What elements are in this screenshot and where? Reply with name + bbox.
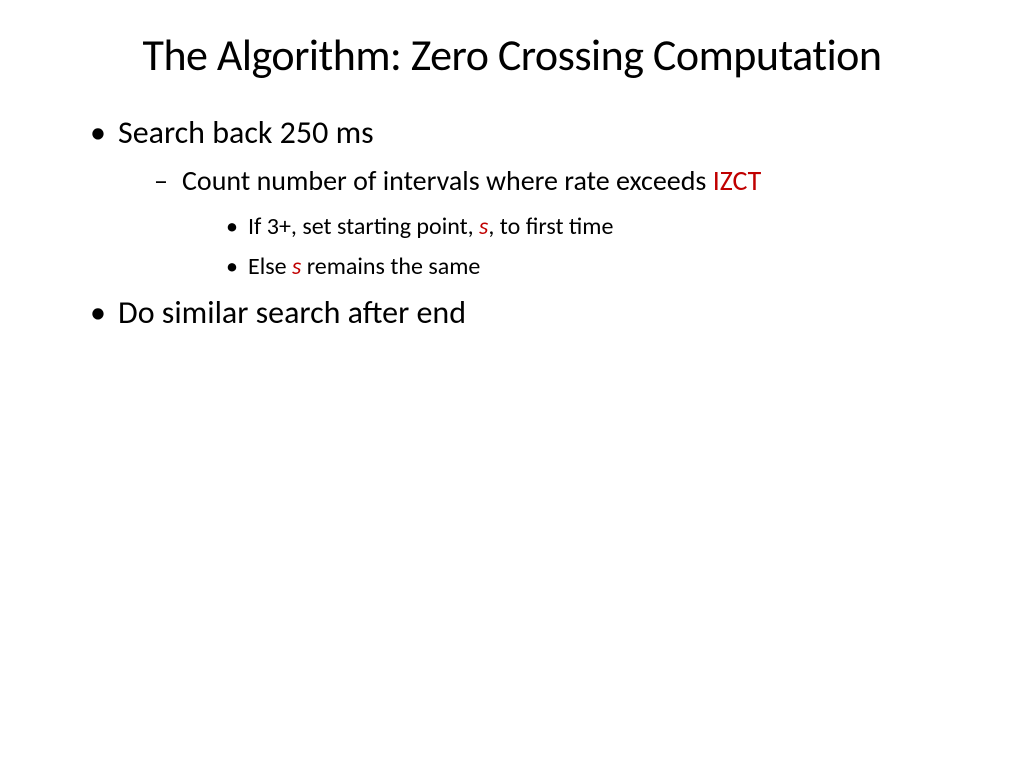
bullet-text: remains the same [301,252,480,281]
accent-variable-s: s [292,252,301,281]
slide-title: The Algorithm: Zero Crossing Computation [60,30,964,81]
bullet-item: If 3+, set starting point, s, to first t… [226,209,964,245]
bullet-text: Else [248,252,292,281]
bullet-text: , to first time [488,212,613,241]
bullet-list-level1: Search back 250 ms Count number of inter… [60,111,964,336]
bullet-list-level3: If 3+, set starting point, s, to first t… [182,209,964,285]
bullet-list-level2: Count number of intervals where rate exc… [118,161,964,284]
bullet-text: Count number of intervals where rate exc… [182,163,713,198]
bullet-text: If 3+, set starting point, [248,212,479,241]
accent-variable-s: s [479,212,488,241]
bullet-text: Search back 250 ms [118,113,374,152]
bullet-item: Do similar search after end [90,291,964,336]
bullet-item: Count number of intervals where rate exc… [154,161,964,284]
accent-text-izct: IZCT [713,163,762,198]
bullet-text: Do similar search after end [118,293,466,332]
bullet-item: Search back 250 ms Count number of inter… [90,111,964,285]
bullet-item: Else s remains the same [226,249,964,285]
